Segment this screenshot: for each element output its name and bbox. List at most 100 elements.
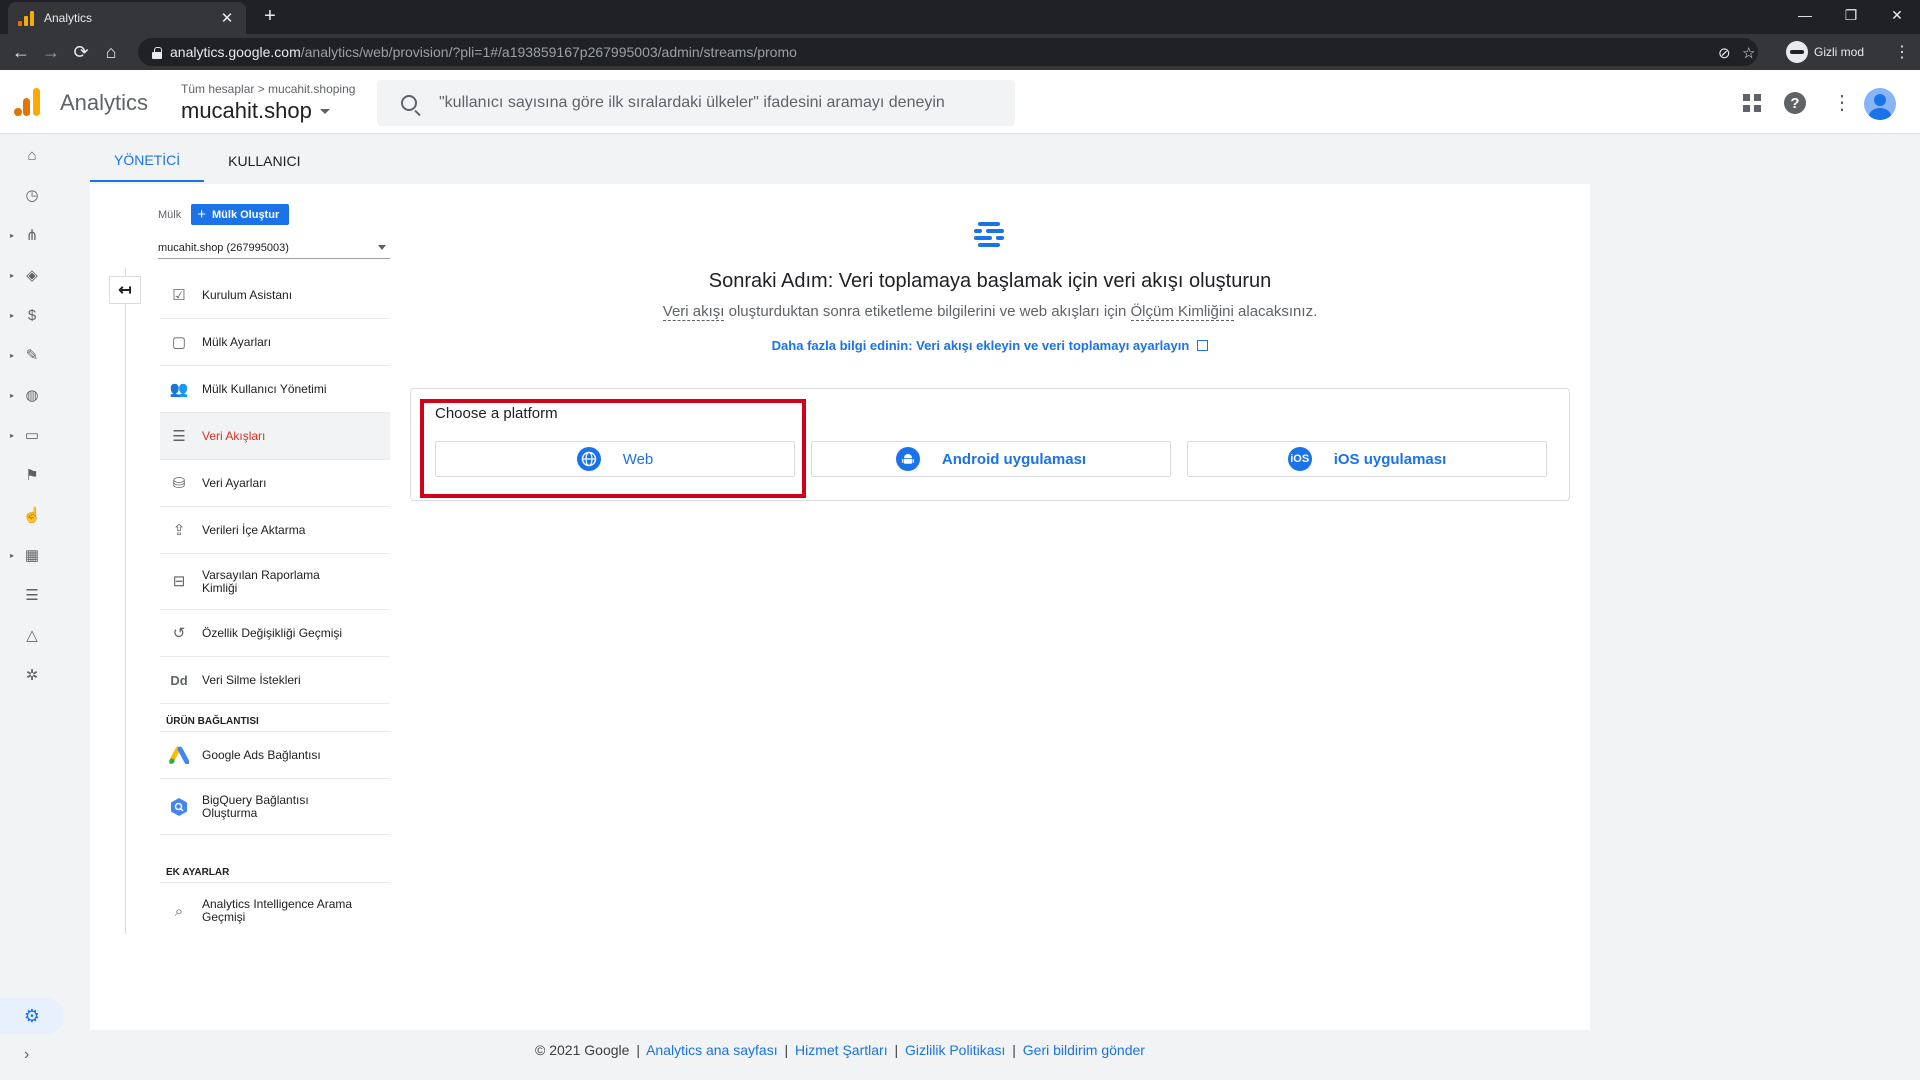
property-dropdown-value: mucahit.shop (267995003) (158, 241, 289, 254)
menu-item-google-ads-link[interactable]: Google Ads Bağlantısı (160, 732, 390, 779)
lock-icon (152, 46, 162, 59)
menu-item-bigquery-link[interactable]: BigQuery Bağlantısı Oluşturma (160, 779, 390, 835)
analysis-icon[interactable]: ▸ ▦ (0, 540, 64, 570)
footer-link-feedback[interactable]: Geri bildirim gönder (1023, 1042, 1145, 1058)
data-stream-term[interactable]: Veri akışı (662, 303, 725, 321)
chevron-down-icon (319, 108, 330, 114)
section-product-links: ÜRÜN BAĞLANTISI (160, 704, 390, 732)
ios-platform-button[interactable]: iOS iOS uygulaması (1187, 441, 1547, 477)
window-icon: ▢ (171, 334, 187, 351)
menu-item-data-streams[interactable]: ☰ Veri Akışları (160, 413, 390, 460)
reload-icon[interactable]: ⟳ (66, 37, 96, 67)
minimize-button[interactable]: — (1782, 0, 1828, 30)
menu-item-change-history[interactable]: ↺ Özellik Değişikliği Geçmişi (160, 610, 390, 657)
acquisition-icon[interactable]: ▸ ⋔ (0, 220, 64, 250)
url-path: /analytics/web/provision/?pli=1#/a193859… (300, 44, 797, 60)
property-picker[interactable]: mucahit.shop (181, 98, 330, 124)
browser-toolbar: ← → ⟳ ⌂ analytics.google.com /analytics/… (0, 34, 1920, 70)
property-label: Mülk (158, 208, 182, 221)
audience-icon[interactable]: ☰ (0, 580, 64, 610)
back-arrow-icon[interactable]: ← (6, 37, 36, 67)
plus-icon: + (197, 206, 206, 223)
forward-arrow-icon[interactable]: → (36, 37, 66, 67)
analytics-logo-icon[interactable] (14, 88, 40, 116)
user-avatar[interactable] (1864, 88, 1896, 120)
search-icon (401, 95, 417, 111)
property-dropdown[interactable]: mucahit.shop (267995003) (158, 237, 390, 259)
flag-icon[interactable]: ⚑ (0, 460, 64, 490)
menu-item-intelligence-history[interactable]: ⌕ Analytics Intelligence Arama Geçmişi (160, 883, 390, 939)
retention-icon[interactable]: ▸ ✎ (0, 340, 64, 370)
incognito-label: Gizli mod (1814, 45, 1865, 59)
browser-tabstrip: Analytics ✕ + — ❐ ✕ (0, 0, 1920, 34)
property-menu: ☑ Kurulum Asistanı ▢ Mülk Ayarları 👥 Mül… (160, 272, 390, 939)
people-icon: 👥 (169, 381, 189, 398)
apps-grid-icon[interactable] (1743, 94, 1761, 112)
menu-item-reporting-identity[interactable]: ⊟ Varsayılan Raporlama Kimliği (160, 554, 390, 610)
app-header: Analytics Tüm hesaplar > mucahit.shoping… (0, 70, 1920, 134)
search-box[interactable] (377, 80, 1015, 126)
browser-menu-icon[interactable]: ⋮ (1894, 42, 1910, 62)
menu-item-property-settings[interactable]: ▢ Mülk Ayarları (160, 319, 390, 366)
create-property-label: Mülk Oluştur (212, 208, 280, 221)
breadcrumb[interactable]: Tüm hesaplar > mucahit.shoping (181, 82, 355, 96)
highlight-box (420, 399, 806, 498)
reporting-id-icon: ⊟ (172, 573, 186, 590)
restore-button[interactable]: ❐ (1828, 0, 1874, 30)
incognito-indicator[interactable]: Gizli mod (1786, 40, 1864, 64)
streams-icon: ☰ (172, 428, 186, 445)
footer-link-terms[interactable]: Hizmet Şartları (795, 1042, 888, 1058)
data-deletion-icon: Dd (170, 672, 188, 688)
tag-icon[interactable]: ▸ ◈ (0, 260, 64, 290)
ios-icon: iOS (1287, 447, 1312, 471)
learn-more-link[interactable]: Daha fazla bilgi edinin: Veri akışı ekle… (410, 338, 1570, 353)
app-title[interactable]: Analytics (60, 90, 148, 116)
menu-item-data-deletion[interactable]: Dd Veri Silme İstekleri (160, 657, 390, 704)
window-close-button[interactable]: ✕ (1874, 0, 1920, 30)
touch-icon[interactable]: ☝ (0, 500, 64, 530)
tab-user[interactable]: KULLANICI (204, 140, 324, 182)
eye-off-icon[interactable]: ⊘ (1718, 44, 1731, 62)
debug-icon[interactable]: ✲ (0, 660, 64, 690)
admin-card: Mülk + Mülk Oluştur mucahit.shop (267995… (90, 184, 1590, 1030)
tab-close-icon[interactable]: ✕ (218, 9, 236, 27)
page-footer: © 2021 Google | Analytics ana sayfası | … (535, 1042, 1145, 1058)
home-nav-icon[interactable]: ⌂ (0, 140, 64, 170)
footer-link-home[interactable]: Analytics ana sayfası (646, 1042, 778, 1058)
search-input[interactable] (439, 94, 999, 112)
new-tab-button[interactable]: + (258, 5, 282, 28)
checkbox-icon: ☑ (172, 287, 186, 304)
dropdown-caret-icon (378, 245, 386, 250)
back-arrow-button[interactable]: ↤ (109, 276, 141, 304)
analytics-favicon-icon (18, 10, 34, 26)
footer-link-privacy[interactable]: Gizlilik Politikası (905, 1042, 1005, 1058)
admin-gear-icon[interactable]: ⚙ (0, 998, 64, 1034)
shapes-icon[interactable]: △ (0, 620, 64, 650)
menu-item-setup-assistant[interactable]: ☑ Kurulum Asistanı (160, 272, 390, 319)
help-icon[interactable]: ? (1784, 92, 1806, 114)
external-link-icon (1197, 340, 1209, 351)
devices-icon[interactable]: ▸ ▭ (0, 420, 64, 450)
monetization-icon[interactable]: ▸ $ (0, 300, 64, 330)
more-options-icon[interactable]: ⋮ (1832, 90, 1852, 115)
browser-tab-title: Analytics (44, 11, 93, 25)
google-ads-icon (168, 745, 190, 765)
search-history-icon: ⌕ (174, 902, 184, 920)
android-platform-button[interactable]: Android uygulaması (811, 441, 1171, 477)
chevron-right-icon[interactable]: › (24, 1046, 29, 1064)
menu-item-user-management[interactable]: 👥 Mülk Kullanıcı Yönetimi (160, 366, 390, 413)
section-extra-settings: EK AYARLAR (160, 855, 390, 883)
menu-item-data-import[interactable]: ⇪ Verileri İçe Aktarma (160, 507, 390, 554)
tab-admin[interactable]: YÖNETİCİ (90, 140, 205, 182)
measurement-id-term[interactable]: Ölçüm Kimliğini (1130, 303, 1234, 321)
android-icon (895, 447, 920, 471)
globe-icon[interactable]: ▸ ◍ (0, 380, 64, 410)
menu-item-data-settings[interactable]: ⛁ Veri Ayarları (160, 460, 390, 507)
realtime-clock-icon[interactable]: ◷ (0, 180, 64, 210)
create-property-button[interactable]: + Mülk Oluştur (191, 204, 290, 225)
data-streams-icon (974, 220, 1004, 248)
home-icon[interactable]: ⌂ (96, 37, 126, 67)
bookmark-star-icon[interactable]: ☆ (1742, 44, 1755, 62)
browser-tab-analytics[interactable]: Analytics ✕ (8, 2, 246, 34)
address-bar[interactable]: analytics.google.com /analytics/web/prov… (138, 38, 1758, 66)
